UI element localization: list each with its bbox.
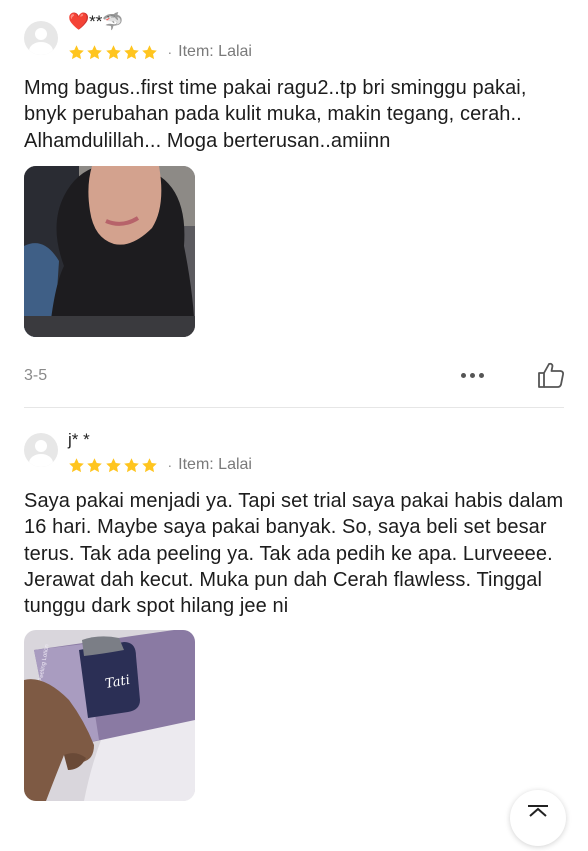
review-card: j* * · Item: Lalai Saya pakai menjadi ya… [0,408,588,817]
back-to-top-button[interactable] [510,790,566,846]
rating-row: · Item: Lalai [68,455,252,475]
rating-row: · Item: Lalai [68,42,252,62]
star-icon [87,44,103,59]
review-photo[interactable]: Tati Peeling Lotion [24,630,195,801]
item-variant: Item: Lalai [178,43,252,60]
star-icon [124,44,139,59]
star-icon [105,44,121,59]
star-icon [142,44,157,59]
avatar[interactable] [24,433,58,467]
star-icon [87,457,103,472]
separator-dot: · [167,44,173,60]
review-text: Mmg bagus..first time pakai ragu2..tp br… [24,77,527,152]
item-variant: Item: Lalai [178,456,252,473]
thumbs-up-icon[interactable] [536,360,566,390]
star-icon [69,457,84,472]
review-text: Saya pakai menjadi ya. Tapi set trial sa… [24,490,564,618]
review-card: ❤️**🦈 · Item: Lalai Mmg bagus..first tim… [0,0,588,405]
reviewer-name: ❤️**🦈 [68,12,124,31]
back-to-top-icon [528,805,548,817]
review-date: 3-5 [24,367,48,384]
avatar[interactable] [24,21,58,55]
separator-dot: · [167,457,173,473]
star-icon [124,457,139,472]
review-photo[interactable] [24,166,195,337]
star-icon [105,457,121,472]
star-icon [142,457,157,472]
star-icon [69,44,84,59]
more-options-icon[interactable] [461,373,484,378]
reviewer-name: j* * [68,430,90,449]
